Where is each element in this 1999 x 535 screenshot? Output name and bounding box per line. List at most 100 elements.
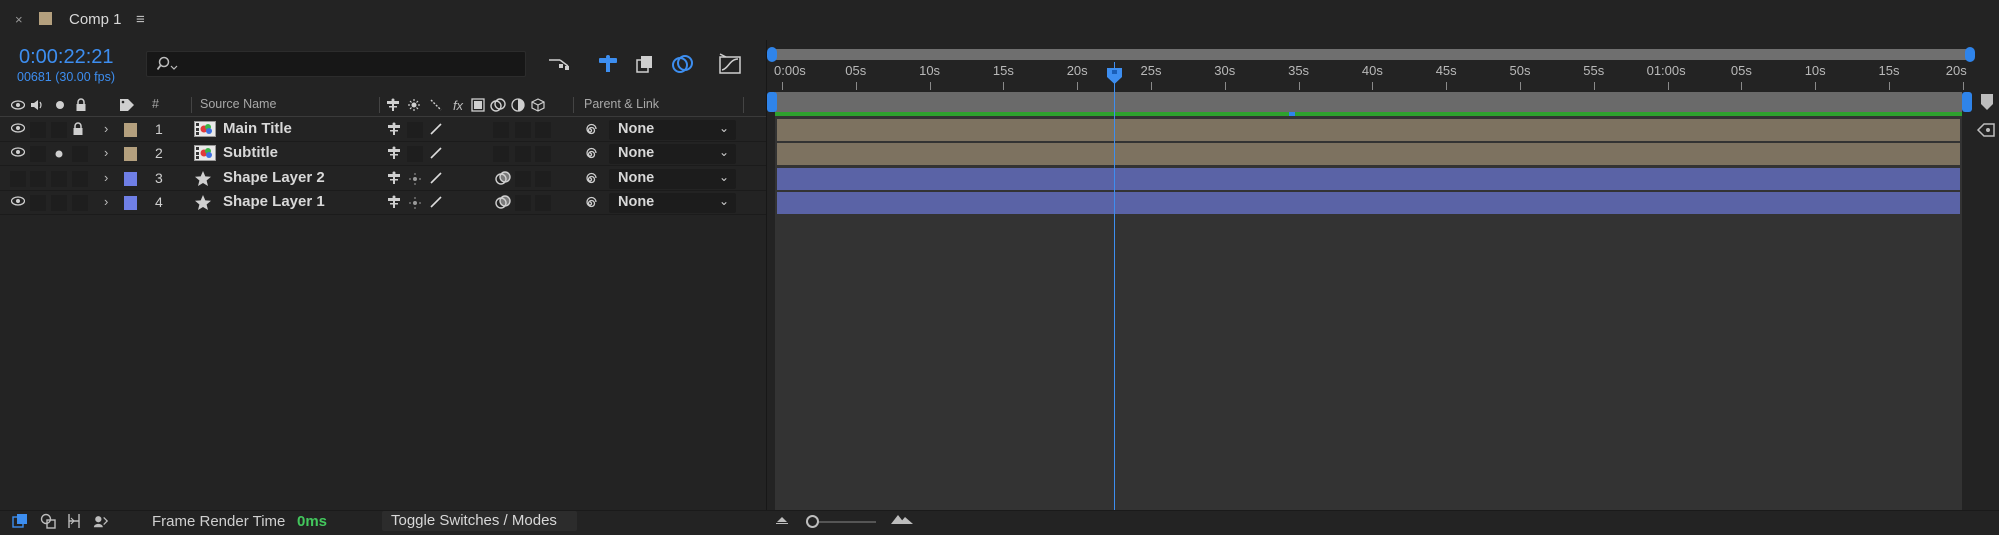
motion-blur-switch-icon[interactable] — [495, 194, 511, 210]
solo-toggle[interactable] — [51, 171, 67, 187]
3d-layer-switch[interactable] — [535, 195, 551, 211]
visibility-toggle-icon[interactable] — [10, 146, 26, 162]
motion-blur-icon[interactable] — [670, 51, 696, 77]
current-time-indicator-head[interactable] — [1106, 67, 1123, 85]
adjustment-layer-header-icon[interactable] — [510, 97, 526, 113]
layer-name[interactable]: Main Title — [223, 120, 292, 137]
lock-toggle[interactable] — [72, 171, 88, 187]
layer-row[interactable]: › 1 Main Title None ⌄ — [0, 118, 766, 142]
solo-toggle[interactable] — [51, 146, 67, 162]
layer-number-header[interactable]: # — [152, 97, 159, 111]
layer-name[interactable]: Subtitle — [223, 144, 278, 161]
collapse-header-icon[interactable] — [407, 97, 421, 113]
audio-toggle[interactable] — [30, 195, 46, 211]
graph-editor-icon[interactable] — [717, 51, 743, 77]
quality-switch-icon[interactable] — [429, 146, 443, 162]
solo-toggle[interactable] — [51, 195, 67, 211]
solo-header-icon[interactable] — [53, 97, 67, 113]
shy-switch-icon[interactable] — [387, 171, 401, 187]
in-out-toggle-icon[interactable] — [66, 513, 82, 529]
shy-switch-icon[interactable] — [387, 146, 401, 162]
work-area-start-handle[interactable] — [767, 92, 777, 112]
expand-chevron-icon[interactable]: › — [104, 145, 108, 161]
layer-duration-bar[interactable] — [777, 119, 1960, 141]
zoom-in-icon[interactable] — [890, 512, 914, 525]
pick-whip-icon[interactable] — [582, 195, 598, 211]
shy-header-icon[interactable] — [385, 97, 401, 113]
layer-duration-bar[interactable] — [777, 168, 1960, 190]
layer-row[interactable]: › 4 Shape Layer 1 None ⌄ — [0, 191, 766, 215]
visibility-toggle-icon[interactable] — [10, 122, 26, 138]
pick-whip-icon[interactable] — [582, 146, 598, 162]
pick-whip-icon[interactable] — [582, 171, 598, 187]
current-time-indicator-line[interactable] — [1114, 62, 1115, 510]
label-color-swatch[interactable] — [124, 172, 137, 186]
visibility-toggle-empty[interactable] — [10, 171, 26, 187]
time-navigator-start-handle[interactable] — [767, 47, 777, 62]
layer-duration-bar[interactable] — [777, 143, 1960, 165]
shy-switch-icon[interactable] — [387, 195, 401, 211]
expand-chevron-icon[interactable]: › — [104, 194, 108, 210]
3d-layer-switch[interactable] — [535, 171, 551, 187]
lock-toggle[interactable] — [72, 195, 88, 211]
parent-dropdown[interactable]: None ⌄ — [609, 144, 736, 164]
motion-blur-switch[interactable] — [493, 122, 509, 138]
label-header-icon[interactable] — [118, 97, 136, 113]
quality-switch-icon[interactable] — [429, 122, 443, 138]
transfer-controls-toggle-icon[interactable] — [40, 513, 56, 529]
quality-header-icon[interactable] — [428, 97, 444, 113]
adjustment-switch[interactable] — [515, 171, 531, 187]
panel-menu-icon[interactable]: ≡ — [136, 11, 145, 28]
close-tab-icon[interactable]: × — [15, 12, 23, 27]
collapse-switch[interactable] — [407, 146, 423, 162]
label-color-swatch[interactable] — [124, 147, 137, 161]
pick-whip-icon[interactable] — [582, 122, 598, 138]
collapse-switch-icon[interactable] — [409, 196, 421, 212]
collapse-switch-icon[interactable] — [409, 172, 421, 188]
render-time-toggle-icon[interactable] — [93, 513, 109, 529]
work-area-bar[interactable] — [775, 92, 1962, 112]
expand-chevron-icon[interactable]: › — [104, 170, 108, 186]
layer-duration-bar[interactable] — [777, 192, 1960, 214]
frame-blending-icon[interactable] — [632, 51, 658, 77]
effects-header-icon[interactable]: fx — [450, 97, 466, 113]
audio-toggle[interactable] — [30, 122, 46, 138]
time-ruler[interactable]: 0:00s 05s 10s 15s 20s 25s 30s 35s 40s 45s 50s 55s 01… — [772, 62, 1971, 90]
layer-row[interactable]: › 2 Subtitle None ⌄ — [0, 142, 766, 166]
motion-blur-header-icon[interactable] — [490, 97, 506, 113]
motion-blur-switch[interactable] — [493, 146, 509, 162]
timeline-marker-bin-icon[interactable] — [1979, 92, 1995, 112]
audio-toggle[interactable] — [30, 171, 46, 187]
zoom-out-icon[interactable] — [776, 514, 788, 524]
label-color-swatch[interactable] — [124, 123, 137, 137]
motion-blur-switch-icon[interactable] — [495, 170, 511, 186]
3d-layer-header-icon[interactable] — [530, 97, 546, 113]
work-area-end-handle[interactable] — [1962, 92, 1972, 112]
audio-toggle[interactable] — [30, 146, 46, 162]
lock-toggle[interactable] — [72, 146, 88, 162]
video-visibility-header-icon[interactable] — [10, 97, 26, 113]
layer-search-input[interactable] — [146, 51, 526, 77]
expand-chevron-icon[interactable]: › — [104, 121, 108, 137]
layer-row[interactable]: › 3 Shape Layer 2 None ⌄ — [0, 167, 766, 191]
current-time-display[interactable]: 0:00:22:21 — [19, 46, 114, 69]
parent-dropdown[interactable]: None ⌄ — [609, 193, 736, 213]
zoom-slider-thumb[interactable] — [806, 515, 819, 528]
comp-tab-title[interactable]: Comp 1 — [69, 11, 122, 28]
frame-blend-header-icon[interactable] — [470, 97, 486, 113]
adjustment-switch[interactable] — [515, 146, 531, 162]
parent-dropdown[interactable]: None ⌄ — [609, 169, 736, 189]
visibility-toggle-icon[interactable] — [10, 195, 26, 211]
layer-name[interactable]: Shape Layer 1 — [223, 193, 325, 210]
lock-toggle[interactable] — [72, 122, 88, 138]
parent-link-header[interactable]: Parent & Link — [584, 97, 659, 111]
layer-switches-toggle-icon[interactable] — [12, 513, 28, 529]
lock-header-icon[interactable] — [73, 97, 89, 113]
shy-switch-icon[interactable] — [387, 122, 401, 138]
time-navigator-bar[interactable] — [772, 49, 1971, 60]
time-navigator-end-handle[interactable] — [1965, 47, 1975, 62]
3d-layer-switch[interactable] — [535, 146, 551, 162]
layer-name[interactable]: Shape Layer 2 — [223, 169, 325, 186]
label-color-swatch[interactable] — [124, 196, 137, 210]
source-name-header[interactable]: Source Name — [200, 97, 276, 111]
